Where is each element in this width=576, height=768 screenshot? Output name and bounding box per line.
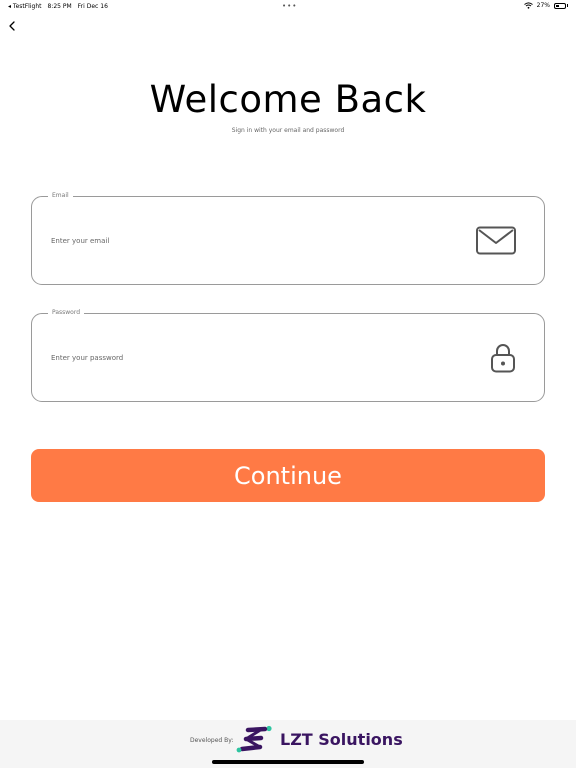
- back-button[interactable]: [6, 18, 20, 32]
- back-to-app-link[interactable]: ◂ TestFlight: [8, 3, 41, 10]
- status-bar: ◂ TestFlight 8:25 PM Fri Dec 16 ••• 27%: [0, 0, 576, 12]
- email-field-container[interactable]: Email: [31, 192, 545, 285]
- battery-icon: [554, 2, 566, 9]
- status-time: 8:25 PM: [47, 3, 72, 10]
- continue-button[interactable]: Continue: [31, 449, 545, 502]
- email-label: Email: [48, 192, 73, 199]
- page-title: Welcome Back: [149, 78, 427, 121]
- multitasking-dots[interactable]: •••: [282, 2, 297, 10]
- home-indicator[interactable]: [212, 760, 364, 764]
- battery-fill: [556, 4, 559, 7]
- battery-percent: 27%: [536, 2, 550, 9]
- password-field-container[interactable]: Password: [31, 309, 545, 402]
- status-left: ◂ TestFlight 8:25 PM Fri Dec 16: [8, 3, 108, 10]
- battery-tip: [567, 4, 568, 7]
- status-right: 27%: [523, 2, 568, 9]
- lock-icon: [491, 344, 515, 373]
- page-subtitle: Sign in with your email and password: [231, 127, 345, 134]
- password-label: Password: [48, 309, 85, 316]
- envelope-icon: [476, 226, 516, 255]
- wifi-icon: [523, 2, 533, 9]
- email-input[interactable]: [51, 234, 451, 248]
- status-date: Fri Dec 16: [77, 3, 108, 10]
- brand-name: LZT Solutions: [280, 730, 403, 749]
- developed-by-label: Developed By:: [190, 737, 234, 744]
- password-input[interactable]: [51, 351, 451, 365]
- chevron-left-icon: [9, 21, 15, 31]
- footer: Developed By: LZT Solutions: [0, 720, 576, 768]
- lzt-logo-icon: [236, 725, 272, 753]
